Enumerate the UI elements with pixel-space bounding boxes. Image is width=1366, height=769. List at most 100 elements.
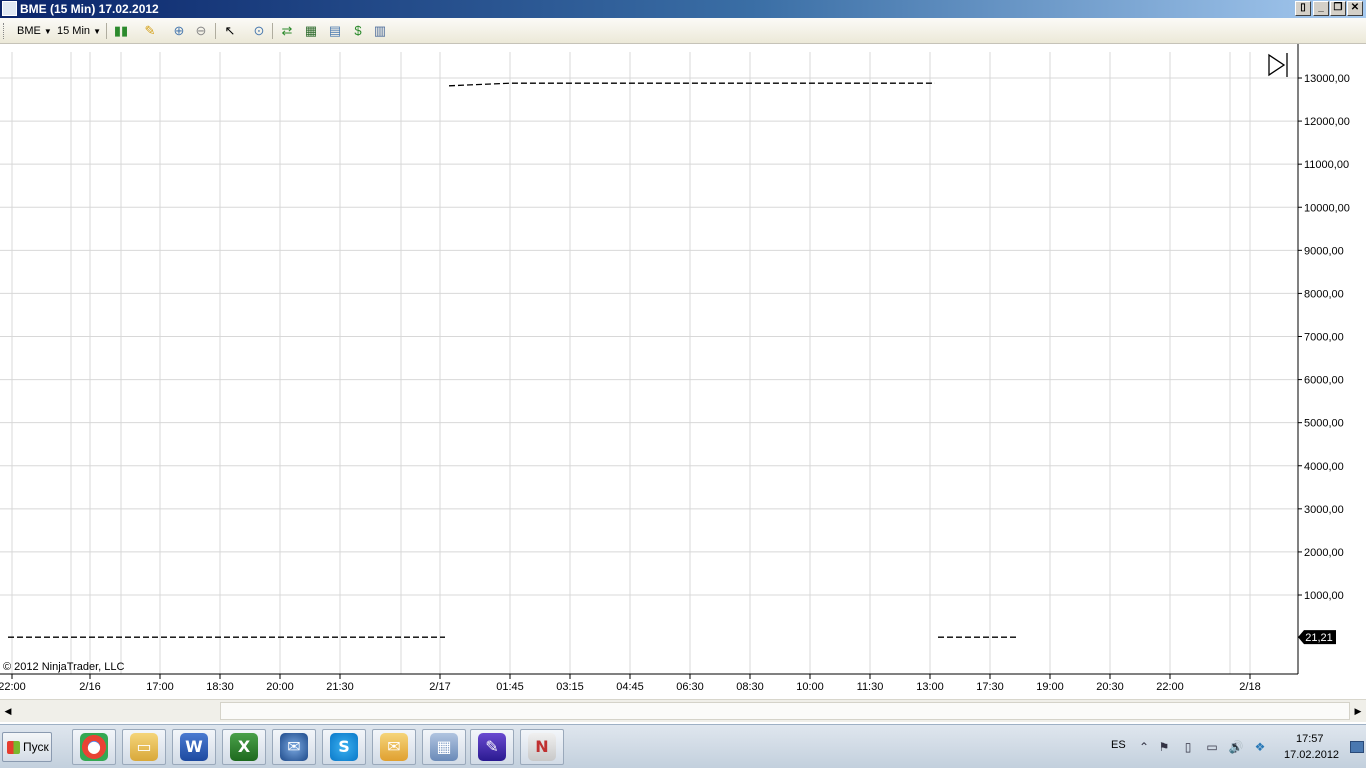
x-tick-label: 13:00 <box>916 681 944 693</box>
ninjatrader-icon: N <box>528 733 556 761</box>
thunderbird-taskbar-button[interactable]: ✉ <box>272 729 316 765</box>
volume-icon[interactable]: 🔊 <box>1228 739 1244 755</box>
minimize-button[interactable]: _ <box>1313 1 1329 16</box>
y-tick-label: 4000,00 <box>1304 461 1344 473</box>
toolbar-separator <box>215 23 216 39</box>
y-tick-label: 9000,00 <box>1304 245 1344 257</box>
word-icon: W <box>180 733 208 761</box>
y-tick-label: 1000,00 <box>1304 590 1344 602</box>
clock-time[interactable]: 17:57 <box>1296 733 1324 745</box>
chart-app-icon <box>2 1 17 16</box>
window-titlebar: BME (15 Min) 17.02.2012 ▯ _ ❐ ✕ <box>0 0 1366 18</box>
skype-icon: S <box>330 733 358 761</box>
x-tick-label: 22:00 <box>0 681 26 693</box>
maximize-button[interactable]: ❐ <box>1330 1 1346 16</box>
last-price-label: 21,21 <box>1305 632 1333 644</box>
y-tick-label: 13000,00 <box>1304 73 1350 85</box>
word-taskbar-button[interactable]: W <box>172 729 216 765</box>
properties-icon[interactable]: ▥ <box>371 22 389 40</box>
usb-device-icon[interactable]: ▯ <box>1180 739 1196 755</box>
x-tick-label: 20:00 <box>266 681 294 693</box>
indicators-icon[interactable]: ⇄ <box>278 22 296 40</box>
x-tick-label: 03:15 <box>556 681 584 693</box>
chart-style-icon[interactable]: ▮▮ <box>112 22 130 40</box>
instrument-label: BME <box>17 25 41 37</box>
play-triangle-shape <box>1268 53 1286 77</box>
thunderbird-icon: ✉ <box>280 733 308 761</box>
x-tick-label: 17:00 <box>146 681 174 693</box>
y-tick-label: 12000,00 <box>1304 116 1350 128</box>
skype-taskbar-button[interactable]: S <box>322 729 366 765</box>
horizontal-scrollbar[interactable]: ◀ ▶ <box>0 699 1366 722</box>
x-tick-label: 08:30 <box>736 681 764 693</box>
dropbox-icon[interactable]: ❖ <box>1252 739 1268 755</box>
x-tick-label: 2/18 <box>1239 681 1260 693</box>
start-button[interactable]: Пуск <box>2 732 52 762</box>
x-tick-label: 06:30 <box>676 681 704 693</box>
clock-date[interactable]: 17.02.2012 <box>1284 749 1339 761</box>
dollar-icon[interactable]: $ <box>349 22 367 40</box>
x-tick-label: 04:45 <box>616 681 644 693</box>
y-tick-label: 6000,00 <box>1304 375 1344 387</box>
interval-selector[interactable]: 15 Min ▼ <box>57 22 101 40</box>
zoom-icon[interactable]: ⊙ <box>250 22 268 40</box>
y-tick-label: 3000,00 <box>1304 504 1344 516</box>
price-chart[interactable]: 13000,00 12000,00 11000,00 10000,00 9000,00 8… <box>0 44 1366 699</box>
chrome-taskbar-button[interactable]: ● <box>72 729 116 765</box>
x-tick-label: 2/16 <box>79 681 100 693</box>
drawing-tool-icon[interactable]: ✎ <box>141 22 159 40</box>
copyright-label: © 2012 NinjaTrader, LLC <box>3 661 124 673</box>
explorer-taskbar-button[interactable]: ▭ <box>122 729 166 765</box>
chart-toolbar: BME ▼ 15 Min ▼ ▮▮ ✎ ⊕ ⊖ ↖ ⊙ ⇄ ▦ ▤ $ ▥ <box>0 18 1366 44</box>
chevron-down-icon: ▼ <box>93 27 102 36</box>
scrollbar-thumb[interactable] <box>220 702 1350 720</box>
network-icon[interactable]: ▭ <box>1204 739 1220 755</box>
scroll-right-icon[interactable]: ▶ <box>1351 702 1365 720</box>
window-title: BME (15 Min) 17.02.2012 <box>20 2 159 16</box>
chrome-icon: ● <box>80 733 108 761</box>
y-tick-label: 11000,00 <box>1304 159 1349 171</box>
toolbar-separator <box>106 23 107 39</box>
x-tick-label: 20:30 <box>1096 681 1124 693</box>
action-center-flag-icon[interactable]: ⚑ <box>1156 739 1172 755</box>
toolbar-grip[interactable] <box>3 23 6 39</box>
x-tick-label: 21:30 <box>326 681 354 693</box>
x-tick-label: 01:45 <box>496 681 524 693</box>
price-series-segment <box>448 82 935 87</box>
ninjatrader-taskbar-button[interactable]: N <box>520 729 564 765</box>
instrument-selector[interactable]: BME ▼ <box>17 22 52 40</box>
chart-trader-icon[interactable]: ▤ <box>326 22 344 40</box>
scroll-left-icon[interactable]: ◀ <box>1 702 15 720</box>
app-icon: ✎ <box>478 733 506 761</box>
x-tick-label: 17:30 <box>976 681 1004 693</box>
restore-layout-button[interactable]: ▯ <box>1295 1 1311 16</box>
y-tick-label: 5000,00 <box>1304 418 1344 430</box>
y-tick-label: 10000,00 <box>1304 202 1350 214</box>
interval-label: 15 Min <box>57 25 91 37</box>
language-indicator[interactable]: ES <box>1111 739 1126 751</box>
outlook-icon: ✉ <box>380 733 408 761</box>
outlook-taskbar-button[interactable]: ✉ <box>372 729 416 765</box>
x-tick-label: 10:00 <box>796 681 824 693</box>
x-tick-label: 22:00 <box>1156 681 1184 693</box>
excel-icon: X <box>230 733 258 761</box>
scroll-to-end-icon[interactable] <box>1268 53 1288 77</box>
show-desktop-icon[interactable] <box>1350 741 1364 753</box>
excel-taskbar-button[interactable]: X <box>222 729 266 765</box>
chart-panel[interactable]: 13000,00 12000,00 11000,00 10000,00 9000,00 8… <box>0 44 1366 699</box>
remove-indicator-icon[interactable]: ⊖ <box>192 22 210 40</box>
start-label: Пуск <box>23 740 49 754</box>
system-tray: ES ⌃ ⚑ ▯ ▭ ▮ 🔊 ❖ 17:57 17.02.2012 <box>1098 725 1366 769</box>
x-tick-label: 19:00 <box>1036 681 1064 693</box>
strategies-icon[interactable]: ▦ <box>302 22 320 40</box>
calculator-taskbar-button[interactable]: ▦ <box>422 729 466 765</box>
calculator-icon: ▦ <box>430 733 458 761</box>
taskbar: Пуск ● ▭ W X ✉ S ✉ ▦ ✎ N ES ⌃ ⚑ ▯ ▭ ▮ 🔊 ❖ 17:57 1… <box>0 724 1366 768</box>
cursor-icon[interactable]: ↖ <box>221 22 239 40</box>
tray-expand-icon[interactable]: ⌃ <box>1136 739 1152 755</box>
y-tick-label: 2000,00 <box>1304 547 1344 559</box>
y-tick-label: 7000,00 <box>1304 332 1344 344</box>
app-taskbar-button[interactable]: ✎ <box>470 729 514 765</box>
close-button[interactable]: ✕ <box>1347 1 1363 16</box>
add-indicator-icon[interactable]: ⊕ <box>170 22 188 40</box>
